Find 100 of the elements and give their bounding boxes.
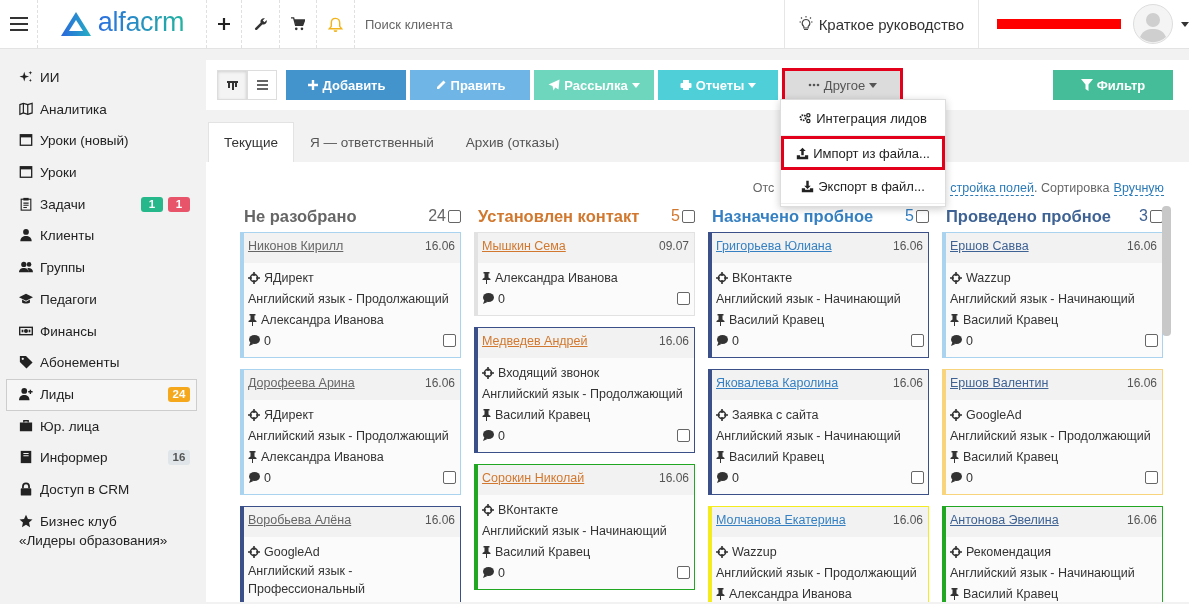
- lead-course: Английский язык - Начинающий: [716, 427, 901, 445]
- caret-icon: [748, 82, 757, 88]
- lead-date: 16.06: [424, 376, 455, 390]
- lead-responsible: Александра Иванова: [261, 448, 384, 466]
- menu-icon: [8, 16, 29, 32]
- sidebar-item[interactable]: Доступ в CRM: [6, 473, 197, 506]
- lead-source: Wazzup: [966, 269, 1011, 287]
- download-icon: [801, 180, 815, 193]
- toolbar-button[interactable]: Другое: [782, 68, 903, 102]
- lead-responsible: Александра Иванова: [261, 311, 384, 329]
- lead-card[interactable]: Ершов Савва 16.06 Wazzup Английский язык - Начинающий Василий Кравец 0: [942, 232, 1163, 358]
- lead-name-link[interactable]: Дорофеева Арина: [248, 376, 355, 390]
- checkbox[interactable]: [677, 566, 690, 579]
- lead-name-link[interactable]: Воробьева Алёна: [248, 513, 352, 527]
- checkbox[interactable]: [911, 471, 924, 484]
- lead-card[interactable]: Ершов Валентин 16.06 GoogleAd Английский язык - Продолжающий Василий Кравец 0: [942, 369, 1163, 495]
- menu-item[interactable]: Интеграция лидов: [781, 102, 945, 136]
- sidebar-item[interactable]: Аналитика: [6, 93, 197, 126]
- upload-icon: [796, 146, 810, 160]
- lead-card[interactable]: Сорокин Николай 16.06 ВКонтакте Английский язык - Начинающий Василий Кравец 0: [474, 464, 695, 590]
- sidebar-item[interactable]: ИИ: [6, 62, 197, 94]
- briefcase-icon: [19, 418, 33, 433]
- lead-card[interactable]: Дорофеева Арина 16.06 ЯДирект Английский язык - Продолжающий Александра Иванова 0: [240, 369, 461, 495]
- sidebar-item[interactable]: Уроки: [6, 157, 197, 189]
- sidebar-item[interactable]: Клиенты: [6, 220, 197, 253]
- lead-course: Английский язык - Продолжающий: [248, 427, 449, 445]
- checkbox[interactable]: [448, 209, 461, 223]
- lead-card[interactable]: Яковалева Каролина 16.06 Заявка с сайта Английский язык - Начинающий Василий Кравец 0: [708, 369, 929, 495]
- comment-icon: [950, 472, 962, 483]
- lead-card[interactable]: Мышкин Сема 09.07 Александра Иванова 0: [474, 232, 695, 316]
- lead-name-link[interactable]: Никонов Кирилл: [248, 239, 344, 253]
- avatar-icon: [1133, 4, 1173, 44]
- lead-name-link[interactable]: Яковалева Каролина: [716, 376, 839, 390]
- sidebar-item[interactable]: Группы: [6, 252, 197, 284]
- checkbox[interactable]: [677, 429, 690, 442]
- lead-source: Рекомендация: [966, 543, 1051, 561]
- user-icon: [19, 228, 33, 243]
- lead-name-link[interactable]: Ершов Валентин: [950, 376, 1049, 390]
- menu-item[interactable]: Экспорт в файл...: [781, 170, 945, 204]
- sidebar-item[interactable]: Педагоги: [6, 283, 197, 316]
- list-icon: [256, 80, 268, 90]
- checkbox[interactable]: [916, 209, 929, 223]
- lead-card[interactable]: Антонова Эвелина 16.06 Рекомендация Английский язык - Начинающий Василий Кравец: [942, 506, 1163, 602]
- lead-name-link[interactable]: Антонова Эвелина: [950, 513, 1059, 527]
- fields-settings-link[interactable]: стройка полей: [950, 181, 1034, 196]
- checkbox[interactable]: [682, 209, 695, 223]
- tab[interactable]: Текущие: [208, 122, 294, 162]
- lead-source: GoogleAd: [264, 543, 320, 561]
- comment-icon: [482, 567, 494, 578]
- calendar-icon: [19, 133, 33, 148]
- tab[interactable]: Архив (отказы): [449, 122, 576, 162]
- view-toggle[interactable]: [247, 70, 277, 100]
- lead-name-link[interactable]: Молчанова Екатерина: [716, 513, 846, 527]
- crosshairs-icon: [716, 545, 728, 558]
- pin-icon: [248, 313, 257, 326]
- scrollbar-thumb[interactable]: [1162, 206, 1171, 336]
- checkbox[interactable]: [443, 334, 456, 347]
- lead-responsible: Василий Кравец: [495, 406, 591, 424]
- lead-source: ЯДирект: [264, 406, 314, 424]
- pin-icon: [482, 408, 491, 421]
- cart-icon: [291, 17, 305, 31]
- column-title: Не разобрано: [244, 206, 357, 226]
- checkbox[interactable]: [911, 334, 924, 347]
- checkbox[interactable]: [443, 471, 456, 484]
- lead-date: 16.06: [1126, 513, 1157, 527]
- sidebar-item[interactable]: Лиды 24: [6, 378, 197, 411]
- sidebar-item[interactable]: Финансы: [6, 315, 197, 348]
- menu-item[interactable]: Импорт из файла...: [781, 136, 945, 170]
- sidebar-item[interactable]: Задачи 1 1: [6, 188, 197, 221]
- comment-count: 0: [498, 290, 505, 308]
- lead-name-link[interactable]: Григорьева Юлиана: [716, 239, 832, 253]
- tab[interactable]: Я — ответственный: [293, 122, 450, 162]
- sidebar-item[interactable]: Юр. лица: [6, 410, 197, 443]
- column-count: 5: [671, 207, 680, 225]
- count-badge: 1: [141, 196, 163, 212]
- lead-card[interactable]: Никонов Кирилл 16.06 ЯДирект Английский язык - Продолжающий Александра Иванова 0: [240, 232, 461, 358]
- sidebar-item[interactable]: Информер 16: [6, 442, 197, 474]
- lead-card[interactable]: Воробьева Алёна 16.06 GoogleAd Английский язык - Профессиональный: [240, 506, 461, 602]
- pin-icon: [716, 450, 725, 463]
- pin-icon: [482, 271, 491, 284]
- sidebar-item[interactable]: Бизнес клуб «Лидеры образования»: [6, 505, 197, 551]
- lead-card[interactable]: Григорьева Юлиана 16.06 ВКонтакте Английский язык - Начинающий Василий Кравец 0: [708, 232, 929, 358]
- lead-name-link[interactable]: Ершов Савва: [950, 239, 1029, 253]
- checkbox[interactable]: [677, 292, 690, 305]
- bell-icon: [328, 16, 343, 32]
- comment-count: 0: [264, 469, 271, 487]
- crosshairs-icon: [482, 503, 494, 516]
- users-icon: [19, 260, 33, 275]
- lead-date: 16.06: [1126, 376, 1157, 390]
- lead-date: 09.07: [658, 239, 689, 253]
- lead-card[interactable]: Молчанова Екатерина 16.06 Wazzup Английский язык - Продолжающий Александра Иванова: [708, 506, 929, 602]
- sidebar-item[interactable]: Уроки (новый): [6, 125, 197, 158]
- view-toggle[interactable]: [217, 70, 247, 100]
- sidebar-item[interactable]: Абонементы: [6, 347, 197, 379]
- checkbox[interactable]: [1145, 334, 1158, 347]
- guide-link[interactable]: Краткое руководство: [818, 15, 964, 33]
- dropdown-menu[interactable]: Интеграция лидов Импорт из файла... Экспорт в файл...: [780, 99, 946, 207]
- sort-link[interactable]: Вручную: [1113, 181, 1164, 196]
- lead-card[interactable]: Медведев Андрей 16.06 Входящий звонок Английский язык - Продолжающий Василий Кравец 0: [474, 327, 695, 453]
- checkbox[interactable]: [1145, 471, 1158, 484]
